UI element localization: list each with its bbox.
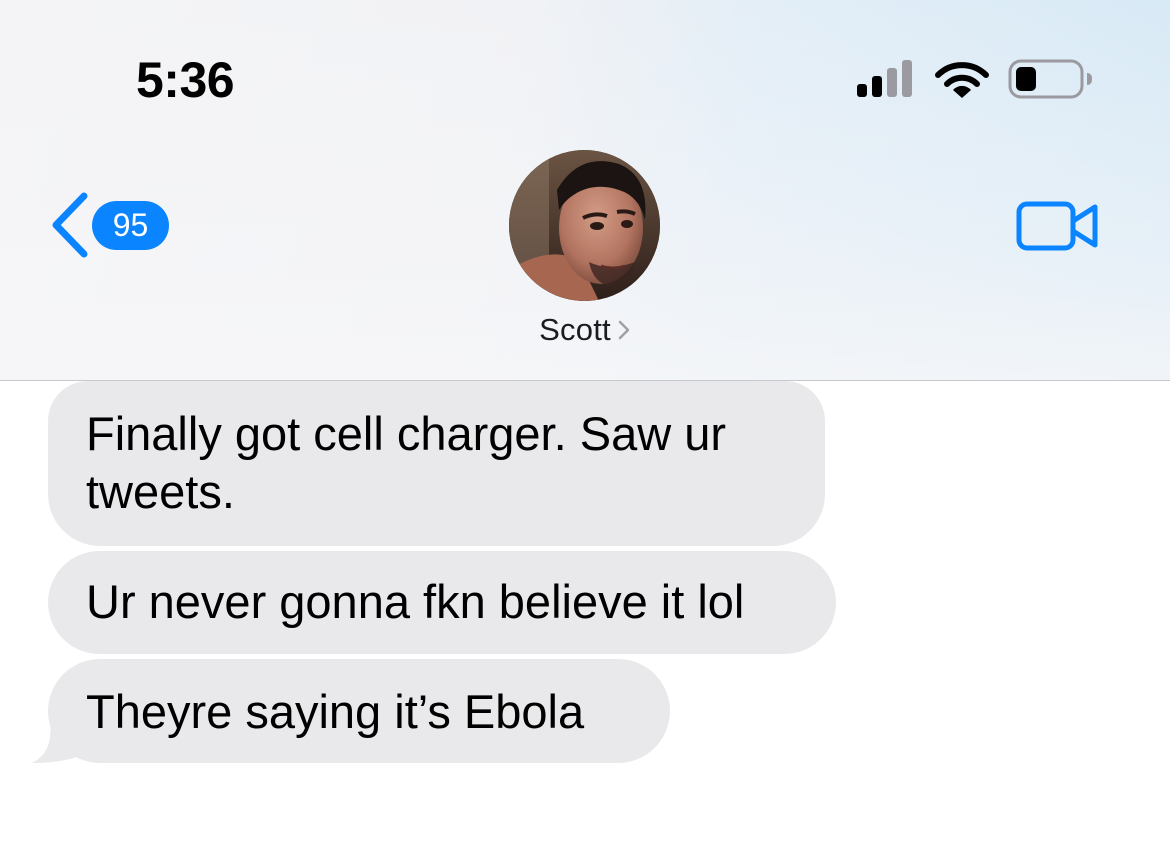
messages-screen: 5:36 95 Scott Finally got cell charger. … (0, 0, 1170, 860)
status-time: 5:36 (136, 52, 235, 108)
message-text: Theyre saying it’s Ebola (86, 685, 585, 738)
message-text: Ur never gonna fkn believe it lol (86, 575, 745, 628)
back-button[interactable]: 95 (44, 190, 184, 260)
contact-avatar[interactable] (509, 150, 660, 301)
message-bubble[interactable]: Ur never gonna fkn believe it lol (48, 551, 836, 654)
message-bubble[interactable]: Finally got cell charger. Saw ur tweets. (48, 381, 825, 546)
contact-name: Scott (539, 312, 611, 347)
cellular-signal-icon (857, 60, 912, 97)
message-bubble[interactable]: Theyre saying it’s Ebola (48, 659, 670, 763)
contact-name-button[interactable]: Scott (0, 312, 1170, 348)
chevron-right-icon (618, 320, 630, 340)
avatar-photo (509, 150, 660, 301)
message-text: Finally got cell charger. Saw ur tweets. (86, 407, 727, 518)
battery-icon (1008, 59, 1092, 99)
chevron-left-icon (52, 192, 88, 258)
message-thread: Finally got cell charger. Saw ur tweets.… (0, 381, 1170, 860)
wifi-icon (935, 62, 989, 98)
video-camera-icon[interactable] (1016, 199, 1100, 253)
unread-count-badge: 95 (92, 201, 169, 250)
